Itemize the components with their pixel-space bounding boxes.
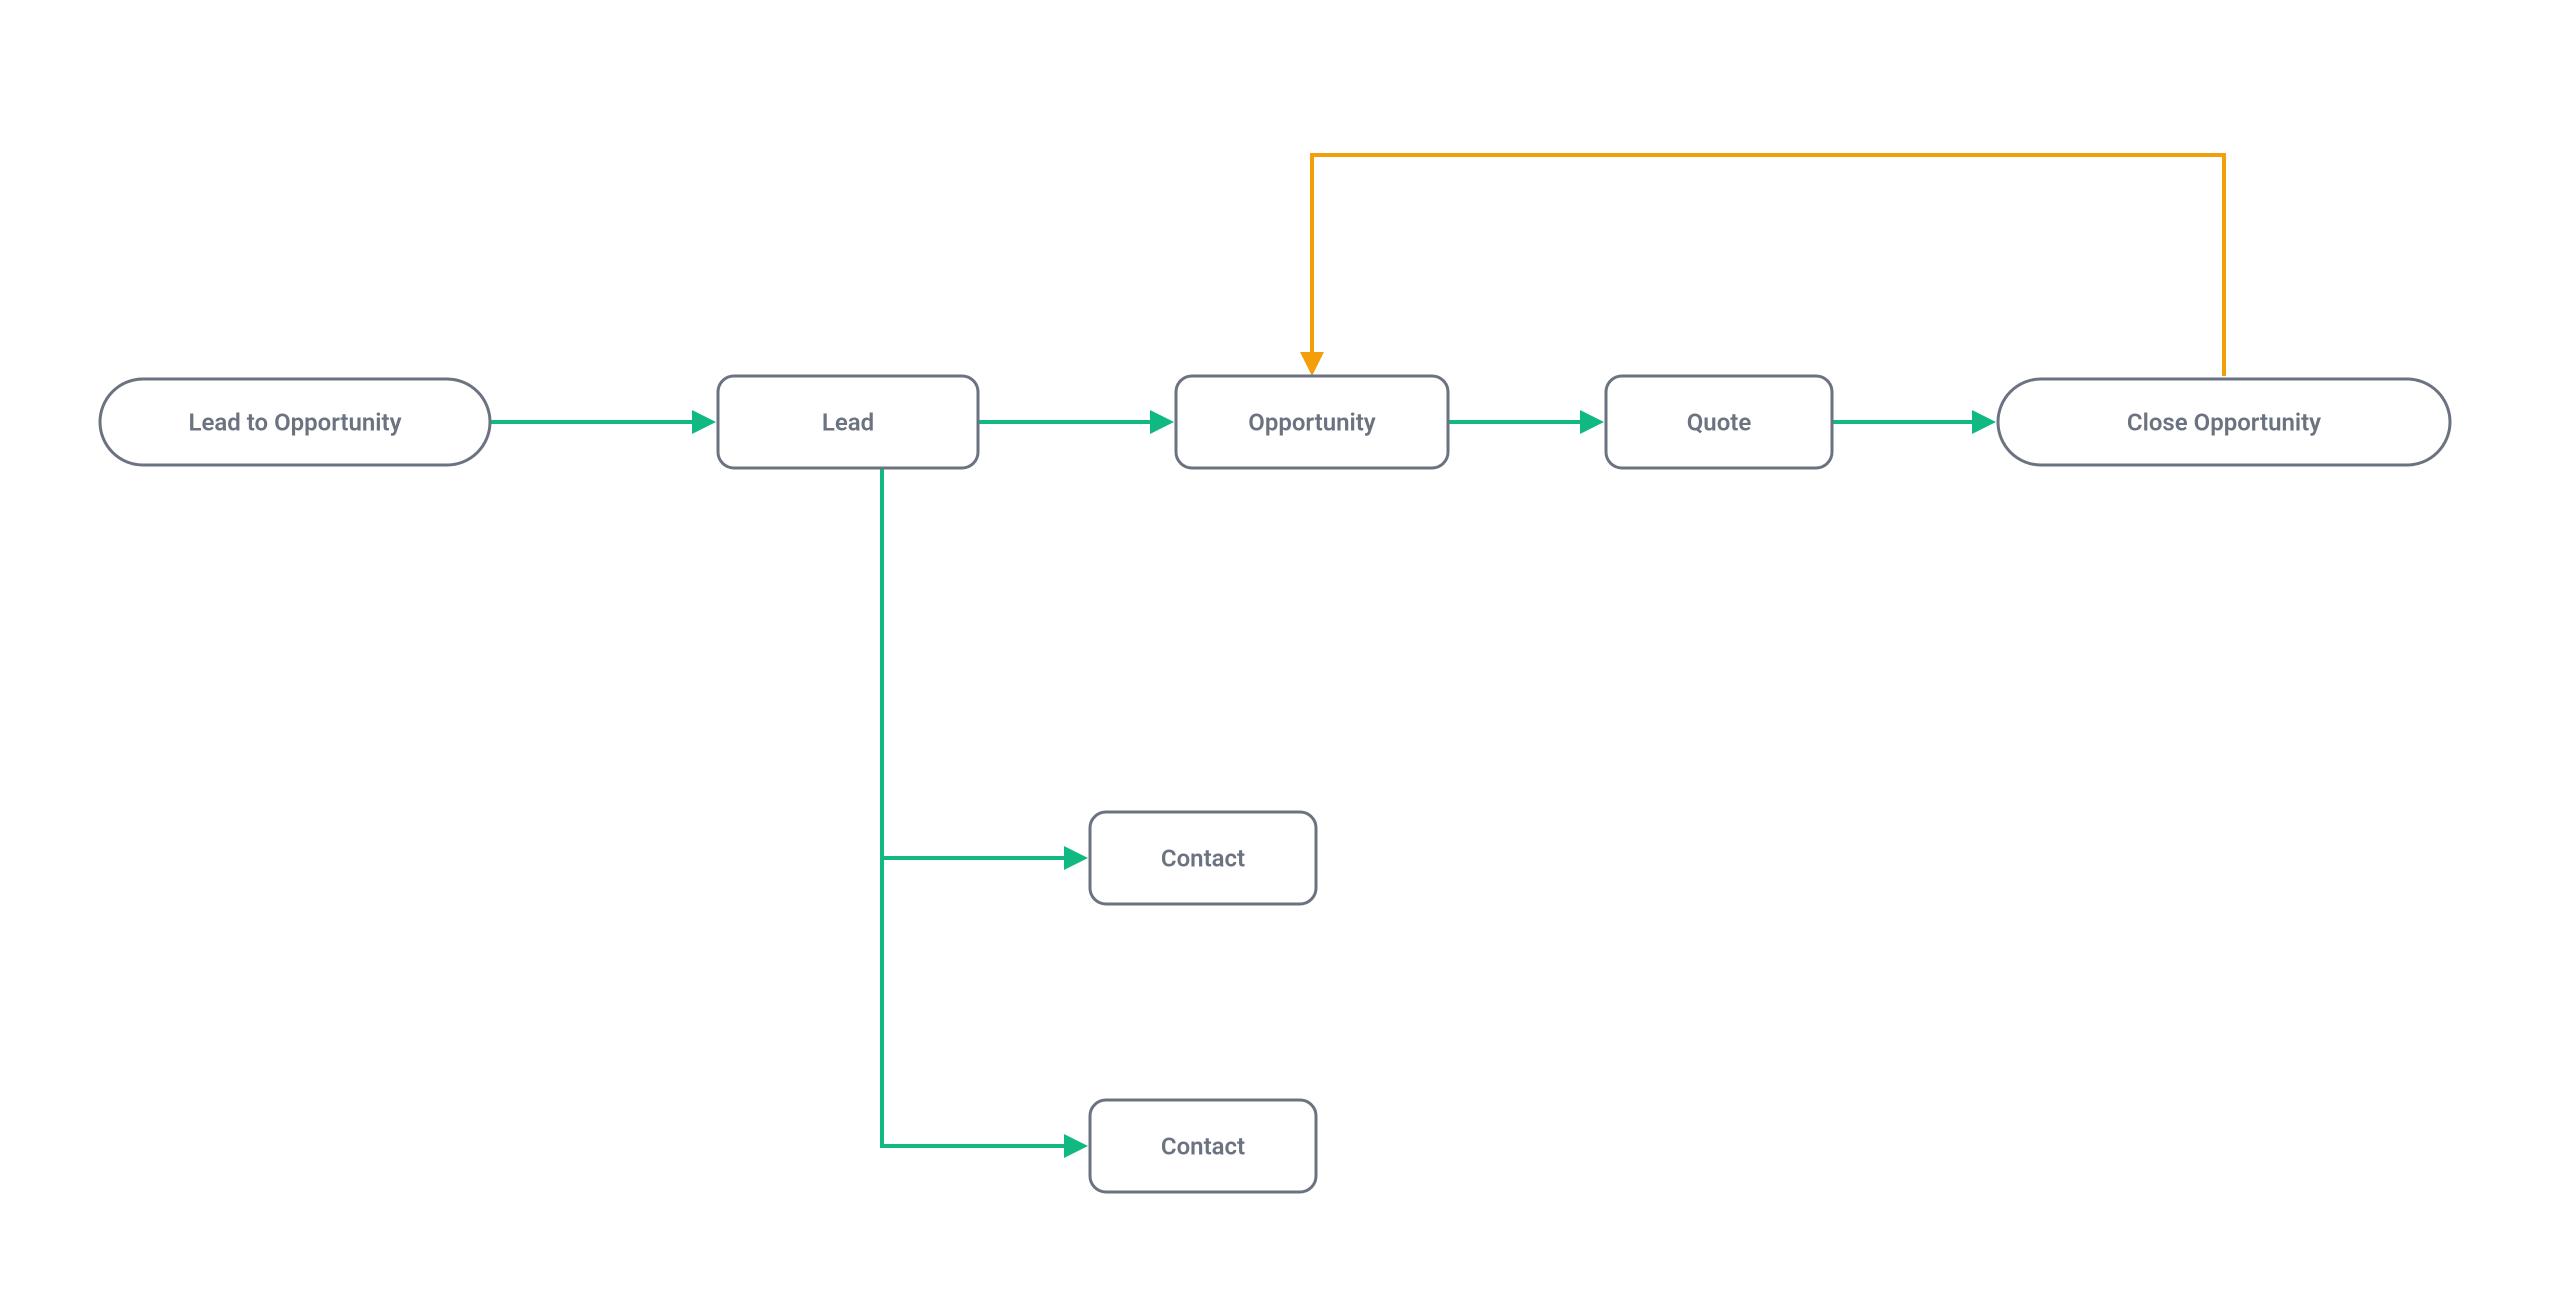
node-opportunity-label: Opportunity xyxy=(1248,408,1376,436)
node-contact1: Contact xyxy=(1090,812,1316,904)
edge-lead-to-contact1 xyxy=(882,468,1088,870)
edge-lead-to-opportunity xyxy=(978,410,1174,434)
node-start-label: Lead to Opportunity xyxy=(189,408,402,436)
node-lead-label: Lead xyxy=(822,408,874,436)
node-quote-label: Quote xyxy=(1687,408,1752,436)
node-contact1-label: Contact xyxy=(1161,844,1245,872)
edge-lead-to-contact2 xyxy=(882,468,1088,1158)
node-contact2: Contact xyxy=(1090,1100,1316,1192)
edge-close-to-opportunity-feedback xyxy=(1300,155,2224,376)
node-opportunity: Opportunity xyxy=(1176,376,1448,468)
flow-diagram: Lead to Opportunity Lead Opportunity Quo… xyxy=(0,0,2560,1307)
edge-opportunity-to-quote xyxy=(1448,410,1604,434)
node-quote: Quote xyxy=(1606,376,1832,468)
node-start: Lead to Opportunity xyxy=(100,379,490,465)
node-lead: Lead xyxy=(718,376,978,468)
node-close-label: Close Opportunity xyxy=(2127,408,2321,436)
edge-quote-to-close xyxy=(1832,410,1996,434)
node-contact2-label: Contact xyxy=(1161,1132,1245,1160)
node-close: Close Opportunity xyxy=(1998,379,2450,465)
edge-start-to-lead xyxy=(490,410,716,434)
